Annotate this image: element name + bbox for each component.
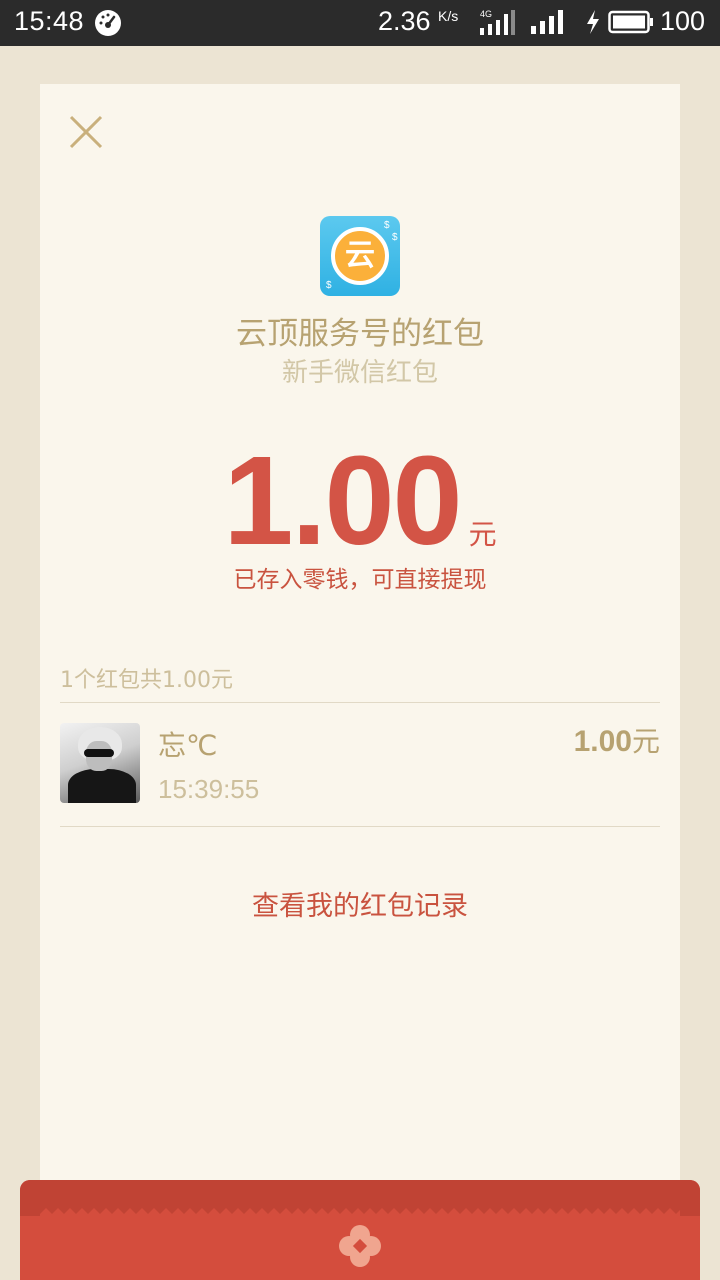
- charging-icon: [587, 10, 599, 34]
- amount-display: 1.00 元: [0, 428, 720, 573]
- network-speed-unit: K/s: [438, 8, 459, 24]
- signal-icon: [531, 10, 563, 34]
- coin-glyph: 云: [331, 227, 389, 285]
- flower-icon: [339, 1225, 381, 1267]
- dollar-icon: $: [392, 232, 398, 243]
- signal-4g-icon: 4G: [480, 9, 515, 35]
- packet-summary: 1个红包共1.00元: [60, 668, 233, 693]
- deposit-note: 已存入零钱，可直接提现: [233, 567, 487, 593]
- network-type-label: 4G: [480, 9, 492, 19]
- record-amount: 1.00元: [574, 720, 660, 760]
- sender-title: 云顶服务号的红包: [236, 316, 484, 352]
- battery-icon: [608, 10, 653, 34]
- amount-unit: 元: [468, 518, 497, 551]
- avatar[interactable]: [60, 723, 140, 803]
- status-bar: 15:48 2.36 K/s 4G 100: [0, 0, 720, 46]
- app-icon: 云 $ $ $: [320, 216, 400, 296]
- speedometer-icon: [95, 10, 121, 36]
- sender-subtitle: 新手微信红包: [281, 358, 438, 388]
- amount-value: 1.00: [223, 430, 462, 571]
- dollar-icon: $: [326, 280, 332, 291]
- network-speed: 2.36: [378, 6, 431, 36]
- divider: [60, 702, 660, 703]
- close-icon[interactable]: [66, 112, 106, 152]
- record-time: 15:39:55: [158, 774, 260, 804]
- status-time: 15:48: [14, 6, 85, 36]
- record-amount-unit: 元: [631, 725, 660, 758]
- history-link[interactable]: 查看我的红包记录: [0, 884, 720, 923]
- dollar-icon: $: [384, 220, 390, 231]
- zigzag-edge: [40, 1208, 680, 1226]
- battery-level: 100: [660, 6, 706, 36]
- divider: [60, 826, 660, 827]
- record-amount-value: 1.00: [573, 725, 632, 758]
- record-name: 忘℃: [158, 729, 218, 762]
- list-item[interactable]: 忘℃ 15:39:55 1.00元: [40, 704, 680, 826]
